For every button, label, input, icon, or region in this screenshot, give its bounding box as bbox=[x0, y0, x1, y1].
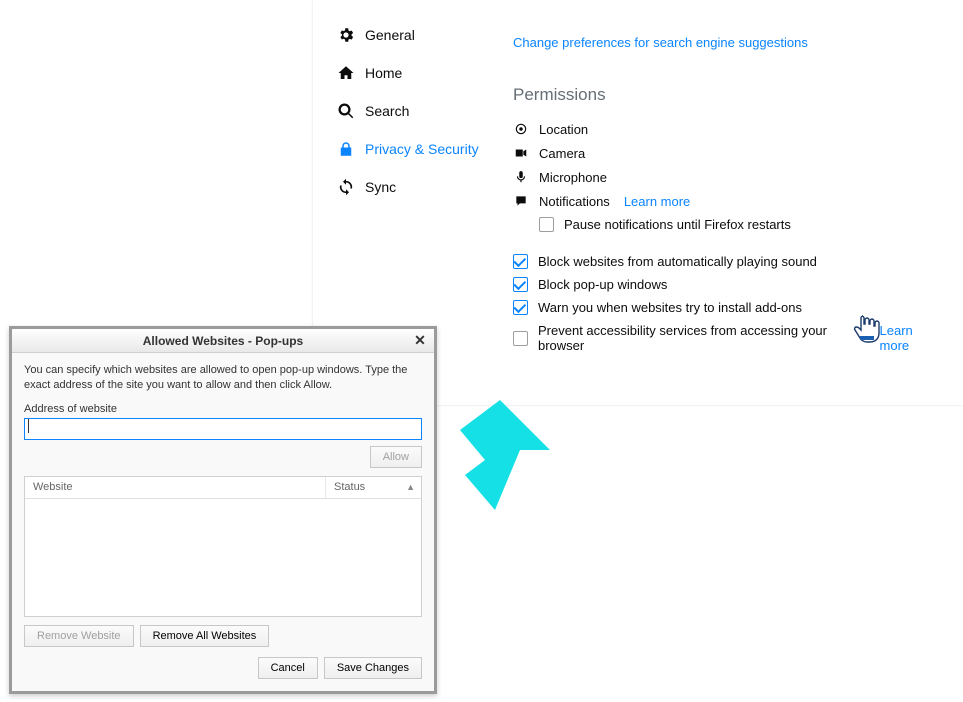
sort-indicator-icon: ▲ bbox=[406, 482, 415, 492]
preferences-sidebar: General Home Search Privacy & Security S… bbox=[333, 20, 483, 210]
microphone-icon bbox=[513, 169, 529, 185]
checkbox-label: Prevent accessibility services from acce… bbox=[538, 323, 862, 353]
permission-label: Camera bbox=[539, 146, 585, 161]
column-header-status[interactable]: Status ▲ bbox=[326, 477, 421, 498]
remove-all-websites-button[interactable]: Remove All Websites bbox=[140, 625, 270, 647]
annotation-arrow-icon bbox=[440, 400, 550, 523]
permissions-title: Permissions bbox=[513, 85, 943, 105]
sidebar-item-sync[interactable]: Sync bbox=[333, 172, 483, 202]
permission-row-camera: Camera Settings... bbox=[513, 141, 943, 165]
permission-row-microphone: Microphone Settings... bbox=[513, 165, 943, 189]
table-header: Website Status ▲ bbox=[25, 477, 421, 499]
address-label: Address of website bbox=[24, 403, 422, 415]
dialog-close-button[interactable]: ✕ bbox=[410, 331, 430, 351]
sidebar-item-label: Privacy & Security bbox=[365, 141, 479, 157]
checkbox-row-prevent-a11y: Prevent accessibility services from acce… bbox=[513, 319, 943, 357]
sync-icon bbox=[337, 178, 355, 196]
remove-website-button[interactable]: Remove Website bbox=[24, 625, 134, 647]
permission-label: Notifications bbox=[539, 194, 610, 209]
checkbox-label: Warn you when websites try to install ad… bbox=[538, 300, 802, 315]
websites-table: Website Status ▲ bbox=[24, 476, 422, 617]
permission-row-notifications: Notifications Learn more Settings... bbox=[513, 189, 943, 213]
permission-label: Location bbox=[539, 122, 588, 137]
permission-row-location: Location Settings... bbox=[513, 117, 943, 141]
cancel-button[interactable]: Cancel bbox=[258, 657, 318, 679]
dialog-description: You can specify which websites are allow… bbox=[24, 363, 422, 393]
sidebar-item-label: General bbox=[365, 27, 415, 43]
checkbox-row-pause-notifications: Pause notifications until Firefox restar… bbox=[513, 213, 943, 236]
checkbox-block-popups[interactable] bbox=[513, 277, 528, 292]
search-suggestions-link[interactable]: Change preferences for search engine sug… bbox=[513, 35, 808, 50]
sidebar-item-privacy-security[interactable]: Privacy & Security bbox=[333, 134, 483, 164]
allowed-popups-dialog: Allowed Websites - Pop-ups ✕ You can spe… bbox=[9, 326, 437, 694]
home-icon bbox=[337, 64, 355, 82]
address-input[interactable] bbox=[24, 418, 422, 440]
save-changes-button[interactable]: Save Changes bbox=[324, 657, 422, 679]
sidebar-item-label: Search bbox=[365, 103, 409, 119]
search-icon bbox=[337, 102, 355, 120]
checkbox-label: Block websites from automatically playin… bbox=[538, 254, 817, 269]
table-body[interactable] bbox=[25, 499, 421, 616]
notifications-icon bbox=[513, 193, 529, 209]
sidebar-item-label: Sync bbox=[365, 179, 396, 195]
checkbox-block-media[interactable] bbox=[513, 254, 528, 269]
sidebar-item-home[interactable]: Home bbox=[333, 58, 483, 88]
location-icon bbox=[513, 121, 529, 137]
sidebar-item-label: Home bbox=[365, 65, 402, 81]
sidebar-item-search[interactable]: Search bbox=[333, 96, 483, 126]
checkbox-pause-notifications[interactable] bbox=[539, 217, 554, 232]
permission-label: Microphone bbox=[539, 170, 607, 185]
checkbox-prevent-a11y[interactable] bbox=[513, 331, 528, 346]
column-header-status-label: Status bbox=[334, 481, 365, 493]
allow-button[interactable]: Allow bbox=[370, 446, 422, 468]
preferences-content: Change preferences for search engine sug… bbox=[513, 35, 943, 357]
checkbox-warn-addons[interactable] bbox=[513, 300, 528, 315]
a11y-learn-more-link[interactable]: Learn more bbox=[880, 323, 943, 353]
camera-icon bbox=[513, 145, 529, 161]
checkbox-label: Pause notifications until Firefox restar… bbox=[564, 217, 791, 232]
text-caret bbox=[28, 419, 29, 433]
column-header-website[interactable]: Website bbox=[25, 477, 326, 498]
lock-icon bbox=[337, 140, 355, 158]
notifications-learn-more-link[interactable]: Learn more bbox=[624, 194, 690, 209]
checkbox-row-block-media: Block websites from automatically playin… bbox=[513, 250, 943, 273]
dialog-titlebar: Allowed Websites - Pop-ups ✕ bbox=[12, 329, 434, 353]
sidebar-item-general[interactable]: General bbox=[333, 20, 483, 50]
gear-icon bbox=[337, 26, 355, 44]
checkbox-row-warn-addons: Warn you when websites try to install ad… bbox=[513, 296, 943, 319]
checkbox-label: Block pop-up windows bbox=[538, 277, 667, 292]
checkbox-row-block-popups: Block pop-up windows Exceptions... bbox=[513, 273, 943, 296]
dialog-title: Allowed Websites - Pop-ups bbox=[143, 334, 303, 348]
